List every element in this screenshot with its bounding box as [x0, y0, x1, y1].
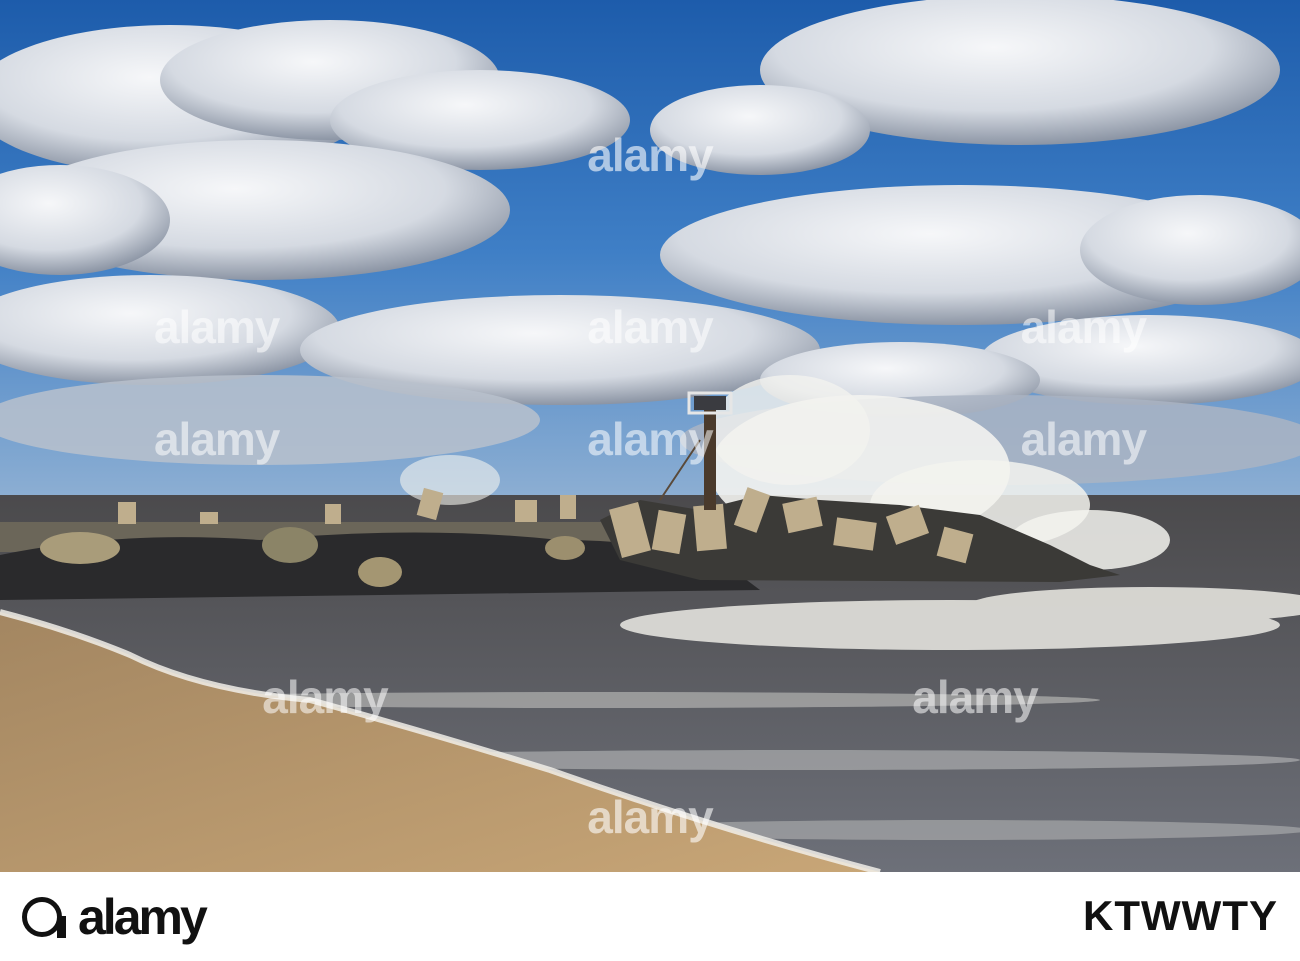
stock-image-id: KTWWTY — [1083, 892, 1278, 939]
logo-text: alamy — [78, 889, 208, 945]
beach-jetty-scene — [0, 0, 1300, 872]
footer-bar: alamy KTWWTY — [0, 872, 1300, 961]
stock-photo — [0, 0, 1300, 872]
brand-logo[interactable]: alamy — [22, 886, 208, 948]
alamy-logo-icon — [22, 897, 66, 938]
